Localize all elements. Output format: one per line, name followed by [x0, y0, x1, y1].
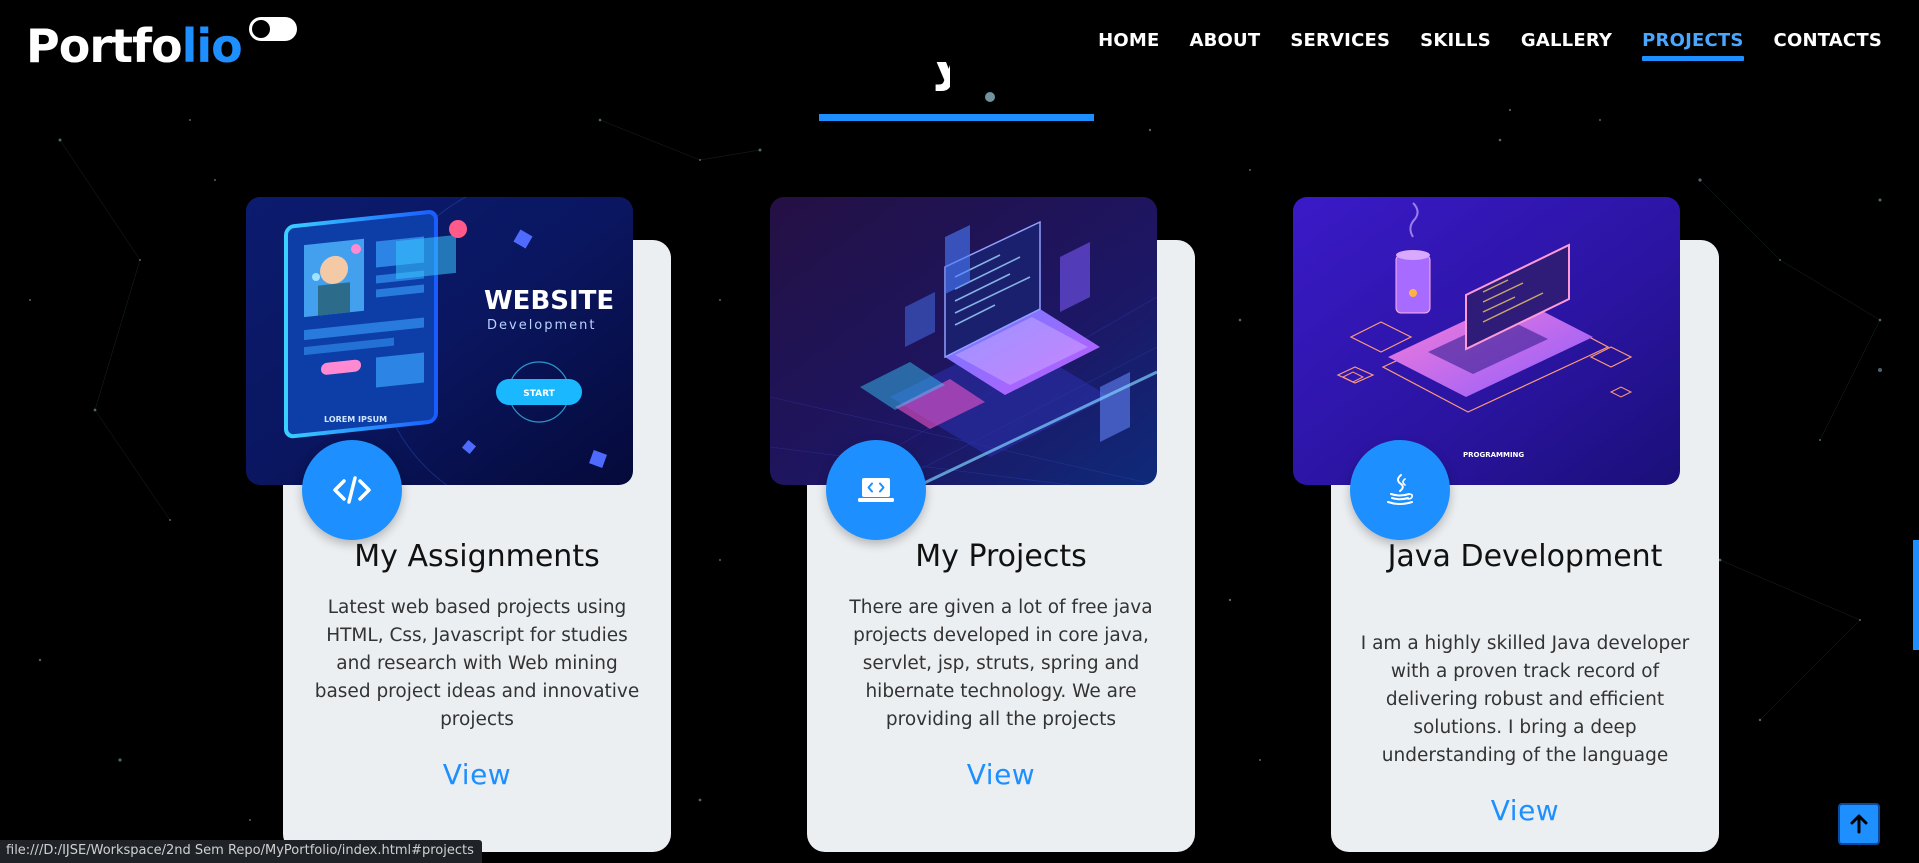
site-header: Portfolio HOME ABOUT SERVICES SKILLS GAL…	[0, 0, 1919, 84]
card-title-java: Java Development	[1387, 539, 1663, 574]
nav-about[interactable]: ABOUT	[1189, 28, 1260, 54]
website-development-image: WEBSITE Development START LOREM IPSUM	[246, 197, 633, 485]
card-description-projects: There are given a lot of free java proje…	[849, 597, 1153, 730]
logo[interactable]: Portfolio	[26, 18, 243, 74]
section-title-underline	[819, 114, 1094, 121]
status-bar-url: file:///D:/IJSE/Workspace/2nd Sem Repo/M…	[0, 840, 482, 863]
theme-toggle[interactable]	[249, 17, 297, 41]
image-programming-caption: PROGRAMMING	[1463, 451, 1524, 459]
card-description-java: I am a highly skilled Java developer wit…	[1360, 633, 1690, 766]
toggle-knob	[252, 20, 270, 38]
image-caption-text: LOREM IPSUM	[324, 415, 387, 424]
image-start-text: START	[523, 389, 555, 399]
java-icon	[1387, 474, 1413, 505]
nav-contacts[interactable]: CONTACTS	[1774, 28, 1882, 54]
view-projects-link[interactable]: View	[807, 758, 1195, 791]
nav-gallery[interactable]: GALLERY	[1521, 28, 1612, 54]
view-assignments-link[interactable]: View	[283, 758, 671, 791]
laptop-code-icon-badge	[826, 440, 926, 540]
back-to-top-button[interactable]	[1838, 803, 1880, 845]
nav-projects[interactable]: PROJECTS	[1642, 28, 1744, 61]
code-icon-badge	[302, 440, 402, 540]
java-icon-badge	[1350, 440, 1450, 540]
arrow-up-icon	[1850, 814, 1868, 834]
nav-skills[interactable]: SKILLS	[1420, 28, 1491, 54]
image-subheading-text: Development	[487, 318, 597, 333]
card-title-assignments: My Assignments	[354, 539, 600, 574]
scrollbar-thumb[interactable]	[1913, 540, 1919, 650]
laptop-code-icon	[858, 478, 894, 502]
image-heading-text: WEBSITE	[484, 286, 614, 316]
code-icon	[333, 476, 371, 504]
card-title-projects: My Projects	[915, 539, 1087, 574]
logo-accent-text: lio	[181, 19, 243, 73]
main-nav: HOME ABOUT SERVICES SKILLS GALLERY PROJE…	[1098, 28, 1882, 61]
card-description-assignments: Latest web based projects using HTML, Cs…	[314, 597, 640, 730]
view-java-link[interactable]: View	[1331, 794, 1719, 827]
programming-laptop-image: PROGRAMMING	[1293, 197, 1680, 485]
nav-home[interactable]: HOME	[1098, 28, 1159, 54]
isometric-laptop-image	[770, 197, 1157, 485]
nav-services[interactable]: SERVICES	[1290, 28, 1390, 54]
logo-main-text: Portfo	[26, 19, 183, 73]
